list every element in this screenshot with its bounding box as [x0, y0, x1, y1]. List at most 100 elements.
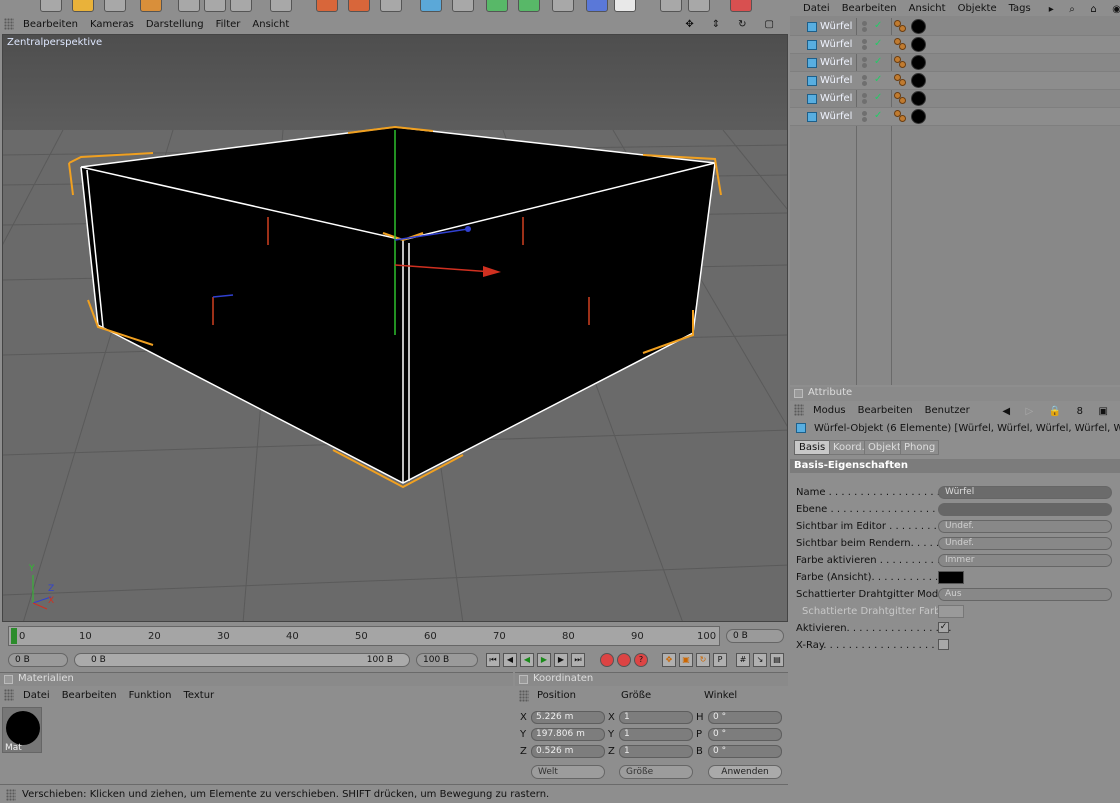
object-row[interactable]: Würfel ✓	[790, 90, 1120, 108]
texture-tag-icon[interactable]	[894, 110, 908, 124]
light-icon[interactable]	[614, 0, 636, 12]
coordinate-system-icon[interactable]	[270, 0, 292, 12]
om-menu-datei[interactable]: Datei	[797, 3, 836, 14]
object-row[interactable]: Würfel ✓	[790, 54, 1120, 72]
visibility-dots-icon[interactable]	[862, 110, 870, 124]
mat-menu-funktion[interactable]: Funktion	[123, 690, 178, 701]
layer-field[interactable]	[938, 503, 1112, 516]
render-settings-icon[interactable]	[380, 0, 402, 12]
timeline-ruler[interactable]: 0 10 20 30 40 50 60 70 80 90 100	[8, 626, 720, 646]
object-name[interactable]: Würfel	[820, 21, 852, 32]
menu-ansicht[interactable]: Ansicht	[246, 19, 295, 30]
position-y-field[interactable]: 197.806 m	[531, 728, 605, 741]
scene-icon[interactable]	[586, 0, 608, 12]
visibility-dots-icon[interactable]	[862, 56, 870, 70]
play-forward-icon[interactable]: ▶	[537, 653, 551, 667]
material-tag-icon[interactable]	[911, 37, 926, 52]
panel-toggle-icon[interactable]	[4, 675, 13, 684]
step-forward-icon[interactable]: ▶	[554, 653, 568, 667]
range-slider[interactable]: 0 B 100 B	[74, 653, 410, 667]
mat-menu-textur[interactable]: Textur	[177, 690, 220, 701]
step-back-icon[interactable]: ◀	[503, 653, 517, 667]
mat-menu-datei[interactable]: Datei	[17, 690, 56, 701]
position-z-field[interactable]: 0.526 m	[531, 745, 605, 758]
rotate-view-icon[interactable]: ↻	[732, 19, 752, 30]
viewport[interactable]: Y Z X Zentralperspektive	[2, 34, 788, 622]
record-icon[interactable]	[730, 0, 752, 12]
material-item[interactable]: Mat	[2, 707, 42, 753]
size-mode-select[interactable]: Größe	[619, 765, 693, 779]
forward-arrow-icon[interactable]: ▷	[1020, 406, 1040, 417]
material-tag-icon[interactable]	[911, 55, 926, 70]
back-arrow-icon[interactable]: ◀	[996, 406, 1016, 417]
apply-button[interactable]: Anwenden	[708, 765, 782, 779]
panel-toggle-icon[interactable]	[794, 389, 803, 398]
om-menu-objekte[interactable]: Objekte	[952, 3, 1003, 14]
checkmark-icon[interactable]: ✓	[874, 110, 882, 121]
render-view-icon[interactable]	[316, 0, 338, 12]
checkmark-icon[interactable]: ✓	[874, 92, 882, 103]
visibility-dots-icon[interactable]	[862, 38, 870, 52]
material-tag-icon[interactable]	[911, 109, 926, 124]
key-scale-icon[interactable]: ▣	[679, 653, 693, 667]
scale-tool-icon[interactable]	[104, 0, 126, 12]
lock-icon[interactable]: 🔒	[1043, 406, 1067, 417]
object-name[interactable]: Würfel	[820, 57, 852, 68]
key-options-icon[interactable]: ▤	[770, 653, 784, 667]
key-parameter-icon[interactable]: P	[713, 653, 727, 667]
x-axis-icon[interactable]	[178, 0, 200, 12]
wireframe-color-swatch[interactable]	[938, 605, 964, 618]
live-selection-icon[interactable]	[40, 0, 62, 12]
render-picture-icon[interactable]	[348, 0, 370, 12]
wireframe-mode-select[interactable]: Aus	[938, 588, 1112, 601]
autokey-icon[interactable]	[617, 653, 631, 667]
visibility-dots-icon[interactable]	[862, 74, 870, 88]
texture-tag-icon[interactable]	[894, 92, 908, 106]
deformer-icon[interactable]	[552, 0, 574, 12]
size-y-field[interactable]: 1	[619, 728, 693, 741]
object-name[interactable]: Würfel	[820, 75, 852, 86]
dolly-view-icon[interactable]: ⇕	[706, 19, 726, 30]
checkmark-icon[interactable]: ✓	[874, 20, 882, 31]
eye-icon[interactable]: ◉	[1106, 4, 1120, 15]
display-color-swatch[interactable]	[938, 571, 964, 584]
move-view-icon[interactable]: ✥	[679, 19, 699, 30]
playhead[interactable]	[11, 628, 17, 644]
menu-bearbeiten[interactable]: Bearbeiten	[17, 19, 84, 30]
checkmark-icon[interactable]: ✓	[874, 74, 882, 85]
color-enable-select[interactable]: Immer	[938, 554, 1112, 567]
rotation-b-field[interactable]: 0 °	[708, 745, 782, 758]
checkmark-icon[interactable]: ✓	[874, 38, 882, 49]
start-frame-field[interactable]: 0 B	[8, 653, 68, 667]
mat-menu-bearbeiten[interactable]: Bearbeiten	[56, 690, 123, 701]
cube-primitive-icon[interactable]	[420, 0, 442, 12]
object-name[interactable]: Würfel	[820, 111, 852, 122]
attr-menu-bearbeiten[interactable]: Bearbeiten	[852, 405, 919, 416]
texture-tag-icon[interactable]	[894, 38, 908, 52]
tab-phong[interactable]: Phong	[900, 440, 940, 455]
rotation-p-field[interactable]: 0 °	[708, 728, 782, 741]
arrow-right-icon[interactable]: ▸	[1043, 4, 1060, 15]
menu-kameras[interactable]: Kameras	[84, 19, 140, 30]
texture-tag-icon[interactable]	[894, 20, 908, 34]
object-row[interactable]: Würfel ✓	[790, 72, 1120, 90]
current-frame-field[interactable]: 0 B	[726, 629, 784, 643]
visibility-dots-icon[interactable]	[862, 20, 870, 34]
go-to-start-icon[interactable]: ⏮	[486, 653, 500, 667]
go-to-end-icon[interactable]: ⏭	[571, 653, 585, 667]
grid-key-icon[interactable]: #	[736, 653, 750, 667]
play-backward-icon[interactable]: ◀	[520, 653, 534, 667]
object-row[interactable]: Würfel ✓	[790, 108, 1120, 126]
y-axis-icon[interactable]	[204, 0, 226, 12]
om-menu-bearbeiten[interactable]: Bearbeiten	[836, 3, 903, 14]
rotate-tool-icon[interactable]	[140, 0, 162, 12]
home-icon[interactable]: ⌂	[1084, 4, 1102, 15]
name-field[interactable]: Würfel	[938, 486, 1112, 499]
size-z-field[interactable]: 1	[619, 745, 693, 758]
object-name[interactable]: Würfel	[820, 93, 852, 104]
tab-objekt[interactable]: Objekt	[864, 440, 905, 455]
nurbs-icon[interactable]	[486, 0, 508, 12]
array-icon[interactable]	[518, 0, 540, 12]
maximize-view-icon[interactable]: ▢	[759, 19, 780, 30]
visible-editor-select[interactable]: Undef.	[938, 520, 1112, 533]
